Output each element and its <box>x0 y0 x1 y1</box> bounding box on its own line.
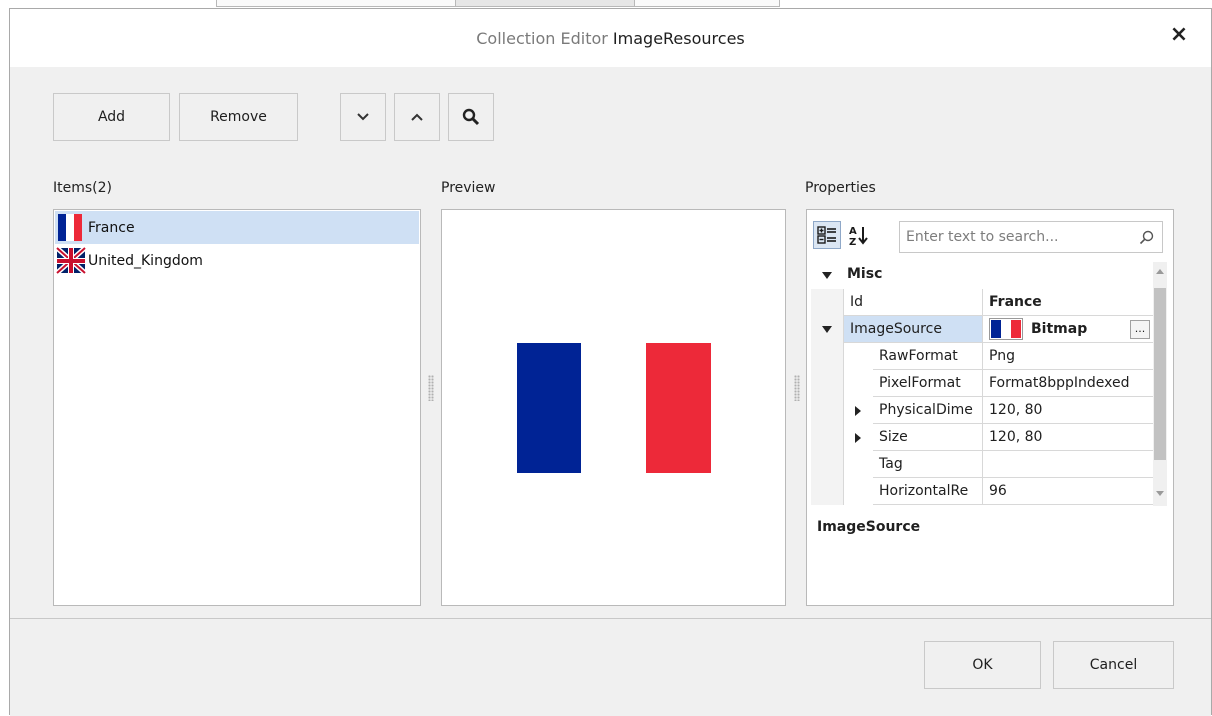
row-indent <box>811 370 843 397</box>
property-value[interactable]: Png <box>983 343 1153 370</box>
property-search-input[interactable] <box>906 229 1106 245</box>
add-button[interactable]: Add <box>53 93 170 141</box>
list-item-label: France <box>88 219 135 236</box>
property-name: RawFormat <box>873 343 983 370</box>
uk-flag-icon <box>56 246 86 275</box>
sort-alphabetical-icon: A Z <box>849 226 868 246</box>
preview-header: Preview <box>441 180 496 196</box>
dialog-footer: OK Cancel <box>10 620 1211 716</box>
property-row-size[interactable]: Size 120, 80 <box>811 424 1153 451</box>
items-header: Items(2) <box>53 180 112 196</box>
property-row-pixelformat[interactable]: PixelFormat Format8bppIndexed <box>811 370 1153 397</box>
scroll-up-icon[interactable] <box>1155 268 1165 275</box>
france-flag-preview <box>517 343 711 473</box>
scroll-thumb[interactable] <box>1154 288 1166 460</box>
ellipsis-button[interactable]: ... <box>1130 320 1150 339</box>
svg-text:A: A <box>849 226 857 237</box>
chevron-up-icon <box>411 113 423 121</box>
property-row-physicaldimension[interactable]: PhysicalDime 120, 80 <box>811 397 1153 424</box>
alphabetical-view-button[interactable]: A Z <box>845 221 873 249</box>
property-value: Bitmap <box>1031 321 1088 337</box>
property-value[interactable]: 120, 80 <box>983 424 1153 451</box>
property-row-tag[interactable]: Tag <box>811 451 1153 478</box>
property-row-imagesource[interactable]: ImageSource Bitmap ... <box>811 316 1153 343</box>
row-subindent <box>843 451 873 478</box>
row-indent <box>811 397 843 424</box>
property-name: ImageSource <box>843 316 983 343</box>
property-name: PhysicalDime <box>873 397 983 424</box>
row-subindent <box>843 478 873 505</box>
property-name: Size <box>873 424 983 451</box>
background-window-strip <box>0 0 1212 8</box>
category-row-misc[interactable]: Misc <box>811 262 1153 289</box>
row-indent <box>811 343 843 370</box>
property-value[interactable] <box>983 451 1153 478</box>
property-value[interactable]: France <box>983 289 1153 316</box>
property-grid: A Z Misc <box>806 209 1174 606</box>
row-subindent <box>843 370 873 397</box>
title-collection-name: ImageResources <box>612 29 745 48</box>
title-prefix: Collection Editor <box>476 29 608 48</box>
properties-header: Properties <box>805 180 876 196</box>
row-subindent <box>843 343 873 370</box>
expand-physicaldimension-icon[interactable] <box>855 406 861 416</box>
property-value-cell[interactable]: Bitmap <box>983 316 1153 343</box>
title-bar: Collection Editor ImageResources × <box>10 9 1211 67</box>
property-value[interactable]: 96 <box>983 478 1153 505</box>
list-item-united-kingdom[interactable]: United_Kingdom <box>55 244 419 277</box>
category-label: Misc <box>847 266 883 282</box>
categorized-view-button[interactable] <box>813 221 841 249</box>
magnifier-icon <box>462 108 480 126</box>
france-flag-icon <box>58 214 82 241</box>
editor-content: Add Remove Items(2) France United_Kingdo… <box>10 67 1211 619</box>
row-indent <box>811 424 843 451</box>
collapse-category-icon[interactable] <box>822 272 832 279</box>
move-up-button[interactable] <box>394 93 440 141</box>
property-search-box[interactable] <box>899 221 1163 253</box>
move-down-button[interactable] <box>340 93 386 141</box>
chevron-down-icon <box>357 113 369 121</box>
cancel-button[interactable]: Cancel <box>1053 641 1174 689</box>
property-name: Id <box>843 289 983 316</box>
property-name: Tag <box>873 451 983 478</box>
property-row-id[interactable]: Id France <box>811 289 1153 316</box>
list-item-label: United_Kingdom <box>88 252 203 269</box>
expand-imagesource-icon[interactable] <box>822 326 832 333</box>
remove-button[interactable]: Remove <box>179 93 298 141</box>
row-indent <box>811 289 843 316</box>
expand-size-icon[interactable] <box>855 433 861 443</box>
property-value[interactable]: Format8bppIndexed <box>983 370 1153 397</box>
items-list[interactable]: France United_Kingdom <box>53 209 421 606</box>
categorized-icon <box>817 226 836 244</box>
background-window-tab <box>455 0 635 7</box>
row-indent <box>811 451 843 478</box>
right-splitter-handle[interactable] <box>794 375 800 401</box>
property-value[interactable]: 120, 80 <box>983 397 1153 424</box>
property-row-rawformat[interactable]: RawFormat Png <box>811 343 1153 370</box>
france-flag-thumbnail-icon <box>989 318 1023 340</box>
collection-editor-dialog: Collection Editor ImageResources × Add R… <box>9 8 1212 716</box>
svg-text:Z: Z <box>849 237 856 246</box>
scroll-down-icon[interactable] <box>1155 490 1165 497</box>
property-description-title: ImageSource <box>817 519 921 535</box>
preview-panel <box>441 209 786 606</box>
left-splitter-handle[interactable] <box>428 375 434 401</box>
property-name: PixelFormat <box>873 370 983 397</box>
search-icon <box>1139 230 1154 245</box>
dialog-title: Collection Editor ImageResources <box>10 29 1211 48</box>
ok-button[interactable]: OK <box>924 641 1041 689</box>
search-button[interactable] <box>448 93 494 141</box>
property-grid-rows: Misc Id France ImageSource Bitmap ... Ra… <box>811 262 1167 506</box>
row-indent <box>811 478 843 505</box>
property-grid-scrollbar[interactable] <box>1153 262 1167 506</box>
property-name: HorizontalRe <box>873 478 983 505</box>
close-icon[interactable]: × <box>1167 23 1191 47</box>
list-item-france[interactable]: France <box>55 211 419 244</box>
property-row-horizontalresolution[interactable]: HorizontalRe 96 <box>811 478 1153 505</box>
